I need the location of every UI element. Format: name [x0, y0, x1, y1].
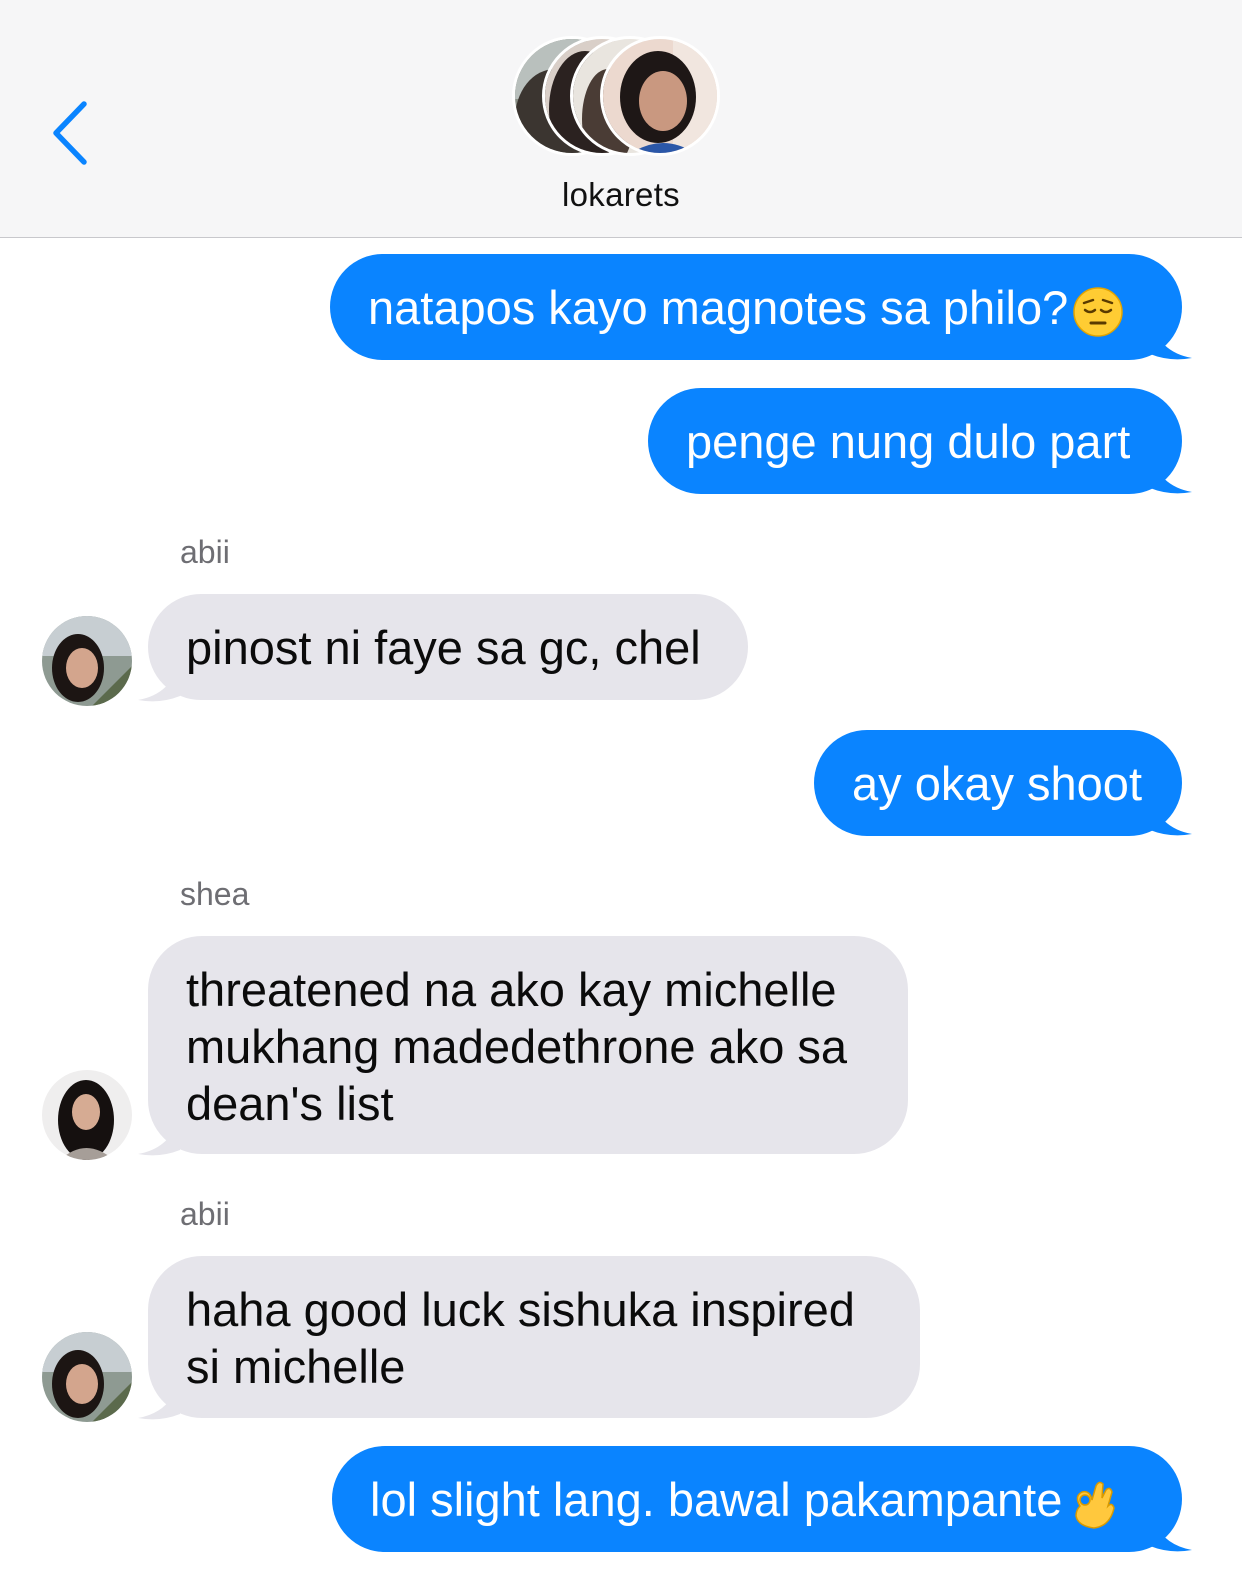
message-text: penge nung dulo part — [686, 415, 1131, 468]
message-text: pinost ni faye sa gc, chel — [186, 621, 701, 674]
sender-name: shea — [180, 876, 250, 912]
incoming-message-bubble[interactable]: threatened na ako kay michelle mukhang m… — [148, 936, 908, 1154]
message-line: mukhang madedethrone ako sa — [186, 1020, 848, 1073]
chevron-left-icon — [53, 101, 87, 165]
group-avatar-stack[interactable] — [512, 36, 728, 164]
message-line: si michelle — [186, 1340, 406, 1393]
bubble-tail — [1150, 452, 1192, 494]
incoming-message-bubble[interactable]: haha good luck sishuka inspired si miche… — [148, 1256, 920, 1418]
ok-hand-emoji-icon — [1066, 1475, 1118, 1532]
pensive-face-emoji-icon — [1072, 283, 1124, 340]
sender-avatar[interactable] — [42, 1070, 132, 1160]
group-member-avatar — [600, 36, 720, 156]
bubble-tail — [138, 660, 180, 702]
sender-name: abii — [180, 534, 230, 570]
message-text: ay okay shoot — [852, 757, 1143, 810]
outgoing-message-bubble[interactable]: ay okay shoot — [814, 730, 1182, 836]
message-text: natapos kayo magnotes sa philo? — [368, 281, 1069, 334]
sender-avatar[interactable] — [42, 616, 132, 706]
chat-header: lokarets — [0, 0, 1242, 238]
sender-avatar[interactable] — [42, 1332, 132, 1422]
conversation-title[interactable]: lokarets — [0, 176, 1242, 214]
bubble-tail — [1150, 318, 1192, 360]
message-line: haha good luck sishuka inspired — [186, 1283, 855, 1336]
bubble-tail — [1150, 794, 1192, 836]
bubble-tail — [138, 1378, 180, 1420]
outgoing-message-bubble[interactable]: natapos kayo magnotes sa philo? — [330, 254, 1182, 360]
outgoing-message-bubble[interactable]: penge nung dulo part — [648, 388, 1182, 494]
outgoing-message-bubble[interactable]: lol slight lang. bawal pakampante — [332, 1446, 1182, 1552]
sender-name: abii — [180, 1196, 230, 1232]
message-line: threatened na ako kay michelle — [186, 963, 837, 1016]
bubble-tail — [1150, 1510, 1192, 1552]
back-button[interactable] — [48, 98, 98, 168]
message-text: lol slight lang. bawal pakampante — [370, 1473, 1063, 1526]
bubble-tail — [138, 1114, 180, 1156]
incoming-message-bubble[interactable]: pinost ni faye sa gc, chel — [148, 594, 748, 700]
message-line: dean's list — [186, 1077, 394, 1130]
